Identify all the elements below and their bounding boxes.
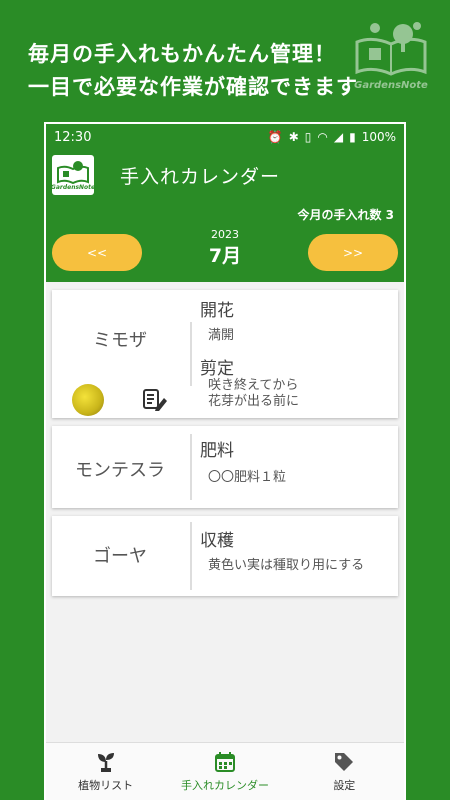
status-time: 12:30	[54, 129, 92, 145]
plant-name: ゴーヤ	[93, 546, 147, 567]
bluetooth-icon: ✱	[288, 130, 299, 144]
task-note-line: 花芽が出る前に	[208, 394, 300, 409]
plant-card[interactable]: ゴーヤ 収穫 黄色い実は種取り用にする	[52, 516, 398, 596]
vibrate-icon: ▯	[304, 130, 312, 144]
card-divider	[190, 322, 192, 386]
task-title: 肥料	[200, 441, 234, 461]
plant-card[interactable]: モンテスラ 肥料 〇〇肥料１粒	[52, 426, 398, 508]
tab-plant-list[interactable]: 植物リスト	[46, 743, 165, 800]
care-count: 今月の手入れ数 3	[297, 208, 394, 222]
next-month-button[interactable]: >>	[308, 234, 398, 271]
garden-book-icon	[57, 160, 89, 184]
promo-text: 毎月の手入れもかんたん管理！ 一目で必要な作業が確認できます	[28, 38, 358, 104]
edit-note-icon[interactable]	[142, 388, 168, 416]
tab-label: 手入れカレンダー	[180, 778, 269, 792]
app-logo: GardensNote	[50, 155, 96, 195]
task-title: 剪定	[200, 359, 234, 379]
garden-book-icon	[355, 22, 427, 76]
wifi-icon: ◠	[317, 130, 328, 144]
tab-care-calendar[interactable]: 手入れカレンダー	[165, 743, 284, 800]
battery-icon: ▮	[349, 130, 356, 144]
bottom-navigation: 植物リスト 手入れカレンダー 設定	[46, 742, 404, 800]
task-title: 収穫	[200, 531, 234, 551]
app-logo-text: GardensNote	[50, 183, 96, 191]
card-divider	[190, 434, 192, 500]
tab-label: 植物リスト	[78, 778, 134, 792]
app-bar: GardensNote 手入れカレンダー	[46, 150, 404, 200]
task-title: 開花	[200, 301, 234, 321]
task-note: 〇〇肥料１粒	[208, 470, 287, 485]
status-bar: 12:30 ⏰ ✱ ▯ ◠ ◢ ▮ 100%	[46, 124, 404, 150]
signal-icon: ◢	[333, 130, 344, 144]
promo-line-2: 一目で必要な作業が確認できます	[28, 75, 358, 99]
brand-name: GardensNote	[354, 80, 428, 91]
sprout-icon	[97, 752, 114, 772]
tab-settings[interactable]: 設定	[285, 743, 404, 800]
plant-photo-thumbnail[interactable]	[72, 384, 104, 416]
promo-line-1: 毎月の手入れもかんたん管理！	[28, 42, 336, 66]
tab-label: 設定	[333, 778, 356, 792]
plant-name: ミモザ	[93, 330, 147, 351]
tag-icon	[335, 752, 354, 771]
card-divider	[190, 522, 192, 590]
task-note: 咲き終えてから 花芽が出る前に	[208, 378, 299, 410]
brand-logo: GardensNote	[350, 18, 432, 100]
task-note: 黄色い実は種取り用にする	[208, 558, 365, 573]
plant-name: モンテスラ	[75, 460, 165, 481]
task-note-line: 咲き終えてから	[208, 378, 299, 393]
battery-level: 100%	[361, 130, 396, 144]
phone-screen: 12:30 ⏰ ✱ ▯ ◠ ◢ ▮ 100% GardensNote 手入れカレ…	[44, 122, 406, 800]
month-header: 今月の手入れ数 3 << 2023 7月 >>	[46, 200, 404, 282]
calendar-icon	[214, 751, 235, 772]
task-note: 満開	[208, 328, 235, 343]
alarm-icon: ⏰	[267, 130, 283, 144]
plant-card[interactable]: ミモザ 開花 満開 剪定 咲き終えてから 花芽が出る前に	[52, 290, 398, 418]
page-title: 手入れカレンダー	[120, 165, 281, 188]
